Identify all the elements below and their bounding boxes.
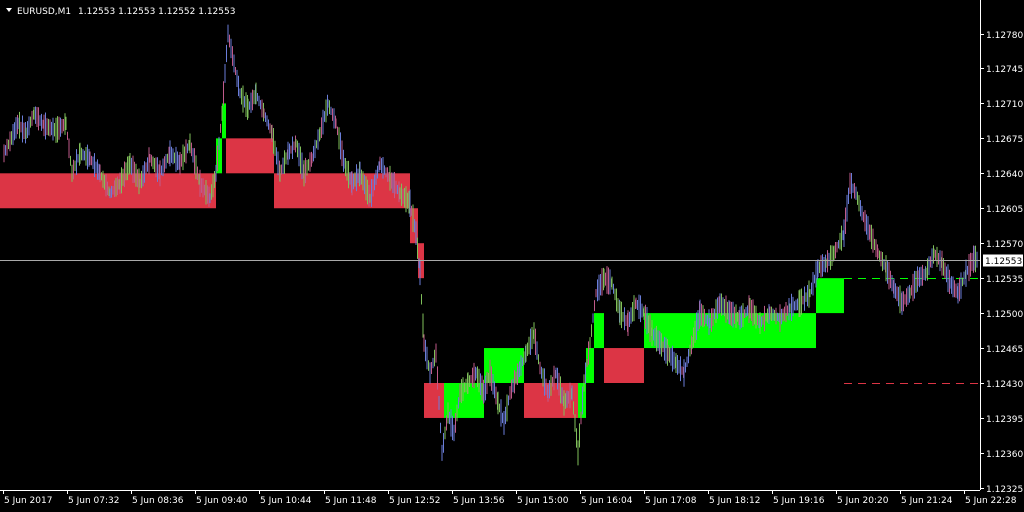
y-tick-label: 1.12570 [986,240,1023,250]
current-price-label: 1.12553 [983,254,1023,267]
y-tick-label: 1.12780 [986,31,1023,41]
x-tick-label: 5 Jun 19:16 [773,496,825,506]
y-tick-label: 1.12325 [986,485,1023,495]
up-box [816,278,844,314]
current-price-label-text: 1.12553 [985,257,1022,267]
x-tick-label: 5 Jun 12:52 [389,496,440,506]
symbol-label: EURUSD,M1 [17,7,71,17]
down-box [424,383,444,418]
x-tick-label: 5 Jun 16:04 [581,496,633,506]
x-tick-label: 5 Jun 07:32 [68,496,119,506]
price-chart: 1.12780 1.12745 1.12710 1.12675 1.12640 1.126… [0,0,1024,512]
y-tick-label: 1.12640 [986,170,1023,180]
y-tick-label: 1.12500 [986,310,1023,320]
x-tick-label: 5 Jun 17:08 [645,496,697,506]
y-tick-label: 1.12745 [986,65,1023,75]
y-tick-label: 1.12395 [986,415,1023,425]
x-tick-label: 5 Jun 20:20 [837,496,889,506]
x-tick-label: 5 Jun 15:00 [517,496,569,506]
x-tick-label: 5 Jun 13:56 [453,496,505,506]
x-tick-label: 5 Jun 22:28 [965,496,1017,506]
x-tick-label: 5 Jun 21:24 [901,496,953,506]
y-tick-label: 1.12535 [986,275,1023,285]
x-tick-label: 5 Jun 18:12 [709,496,760,506]
down-box [604,348,644,383]
y-tick-label: 1.12675 [986,135,1023,145]
ohlc-values: 1.12553 1.12553 1.12552 1.12553 [78,7,235,17]
y-tick-label: 1.12605 [986,205,1023,215]
x-tick-label: 5 Jun 2017 [4,496,52,506]
x-tick-label: 5 Jun 08:36 [132,496,184,506]
y-tick-label: 1.12465 [986,345,1023,355]
up-box [222,103,226,139]
chart-background [0,0,1024,512]
y-tick-label: 1.12710 [986,100,1023,110]
y-tick-label: 1.12430 [986,380,1023,390]
x-tick-label: 5 Jun 11:48 [325,496,377,506]
down-box [226,138,274,174]
y-tick-label: 1.12360 [986,450,1023,460]
up-box [594,313,604,349]
x-tick-label: 5 Jun 10:44 [260,496,312,506]
x-tick-label: 5 Jun 09:40 [196,496,248,506]
